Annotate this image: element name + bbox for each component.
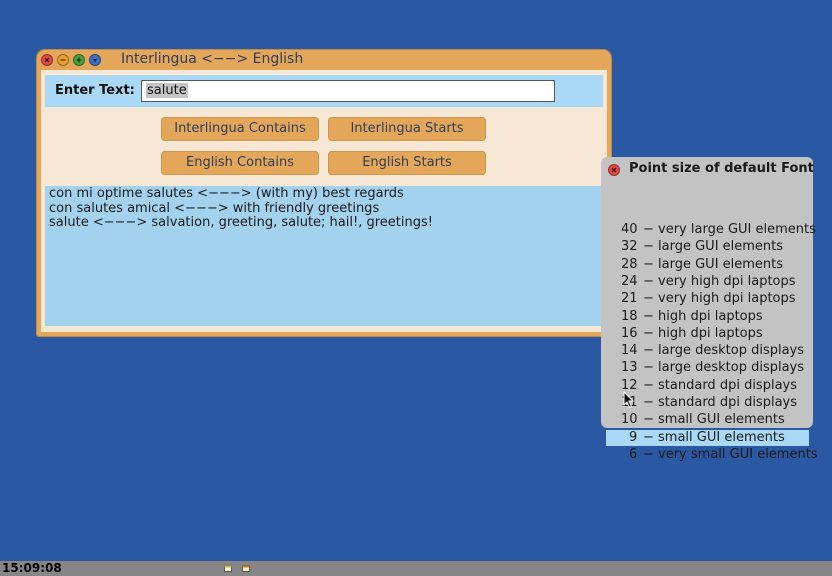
maximize-button[interactable] xyxy=(73,54,85,66)
title-bar[interactable]: Interlingua <−−> English xyxy=(37,50,611,70)
window-client-area: Enter Text: salute Interlingua Contains … xyxy=(41,70,607,332)
font-size-option-24[interactable]: 24 − very high dpi laptops xyxy=(606,274,809,290)
font-size-option-21[interactable]: 21 − very high dpi laptops xyxy=(606,291,809,307)
option-size: 18 xyxy=(621,308,638,324)
font-size-option-10[interactable]: 10 − small GUI elements xyxy=(606,412,809,428)
interlingua-starts-button[interactable]: Interlingua Starts xyxy=(328,117,486,141)
font-size-option-11[interactable]: 11− standard dpi displays xyxy=(606,395,809,411)
main-window: Interlingua <−−> English Enter Text: sal… xyxy=(37,50,611,336)
search-input-value: salute xyxy=(146,83,188,98)
taskbar: 15:09:08 xyxy=(0,561,832,576)
option-label: − large desktop displays xyxy=(643,360,805,376)
option-label: − standard dpi displays xyxy=(643,395,798,410)
option-size: 9 xyxy=(629,429,638,445)
menu-close-button[interactable] xyxy=(608,164,620,176)
font-size-option-18[interactable]: 18 − high dpi laptops xyxy=(606,309,809,325)
minimize-button[interactable] xyxy=(57,54,69,66)
window-menu-button[interactable] xyxy=(89,54,101,66)
mouse-cursor-icon xyxy=(623,391,635,409)
window-title: Interlingua <−−> English xyxy=(121,51,304,67)
font-size-option-9[interactable]: 9 − small GUI elements xyxy=(606,429,809,446)
option-label: − very large GUI elements xyxy=(643,222,816,237)
option-label: − high dpi laptops xyxy=(643,308,763,324)
english-contains-button[interactable]: English Contains xyxy=(161,151,319,175)
minimize-icon xyxy=(60,59,66,61)
option-label: − small GUI elements xyxy=(643,429,785,445)
window-icon[interactable] xyxy=(242,565,250,572)
option-label: − very high dpi laptops xyxy=(643,273,796,289)
entry-bar: Enter Text: salute xyxy=(45,75,603,107)
font-size-option-16[interactable]: 16 − high dpi laptops xyxy=(606,326,809,342)
font-size-option-14[interactable]: 14 − large desktop displays xyxy=(606,343,809,359)
option-size: 21 xyxy=(621,291,638,307)
entry-label: Enter Text: xyxy=(55,83,135,98)
option-label: − standard dpi displays xyxy=(643,377,798,393)
option-label: − large desktop displays xyxy=(643,343,805,359)
font-size-option-13[interactable]: 13 − large desktop displays xyxy=(606,360,809,376)
font-size-option-32[interactable]: 32 − large GUI elements xyxy=(606,239,809,255)
clock: 15:09:08 xyxy=(2,561,62,575)
font-size-option-6[interactable]: 6 − very small GUI elements xyxy=(606,446,818,463)
search-input[interactable]: salute xyxy=(141,80,555,102)
interlingua-contains-button[interactable]: Interlingua Contains xyxy=(161,117,319,141)
results-area[interactable]: con mi optime salutes <−−−> (with my) be… xyxy=(45,186,603,326)
option-label: − small GUI elements xyxy=(643,412,785,428)
window-icon[interactable] xyxy=(224,565,232,572)
option-size: 16 xyxy=(621,325,638,341)
option-size: 32 xyxy=(621,239,638,255)
english-starts-button[interactable]: English Starts xyxy=(328,151,486,175)
option-label: − large GUI elements xyxy=(643,239,784,255)
option-size: 10 xyxy=(621,412,638,428)
option-size: 28 xyxy=(621,256,638,272)
option-label: − high dpi laptops xyxy=(643,325,763,341)
font-size-option-40[interactable]: 40 − very large GUI elements xyxy=(606,222,816,238)
option-label: − large GUI elements xyxy=(643,256,784,272)
font-size-option-28[interactable]: 28 − large GUI elements xyxy=(606,257,809,273)
option-size: 6 xyxy=(629,446,638,462)
close-icon xyxy=(44,57,50,63)
close-icon xyxy=(611,167,617,173)
plus-icon xyxy=(76,57,82,63)
option-size: 40 xyxy=(621,222,638,237)
option-label: − very high dpi laptops xyxy=(643,291,796,307)
option-size: 14 xyxy=(621,343,638,359)
result-line: salute <−−−> salvation, greeting, salute… xyxy=(49,215,433,230)
menu-title: Point size of default Font xyxy=(629,161,814,176)
chevron-down-icon xyxy=(93,59,97,62)
option-size: 13 xyxy=(621,360,638,376)
result-line: con mi optime salutes <−−−> (with my) be… xyxy=(49,186,404,201)
result-line: con salutes amical <−−−> with friendly g… xyxy=(49,201,380,216)
option-size: 24 xyxy=(621,273,638,289)
font-size-menu: Point size of default Font 40 − very larg… xyxy=(601,157,818,462)
option-label: − very small GUI elements xyxy=(643,446,818,462)
font-size-option-12[interactable]: 12− standard dpi displays xyxy=(606,378,809,394)
close-button[interactable] xyxy=(41,54,53,66)
